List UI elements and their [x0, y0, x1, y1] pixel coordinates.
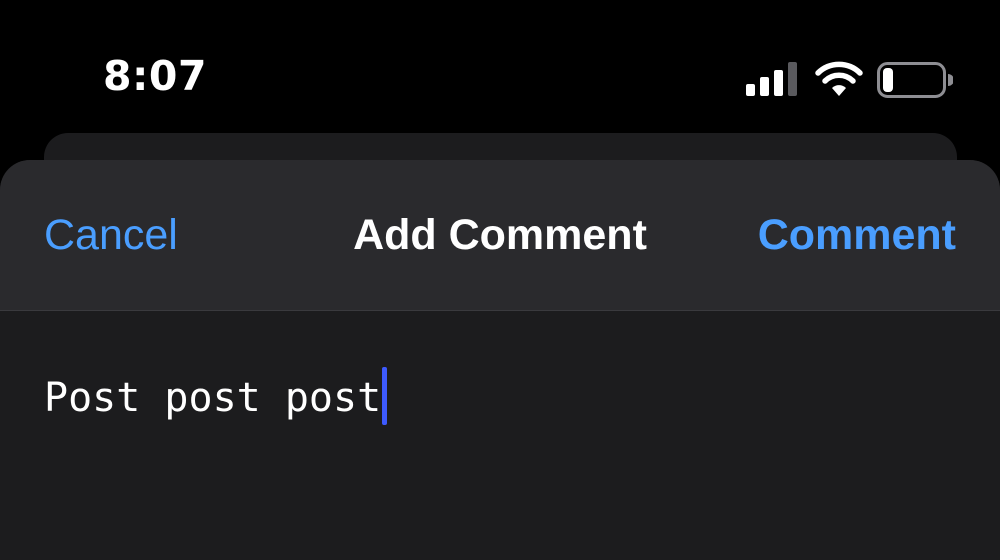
submit-comment-button[interactable]: Comment	[758, 214, 956, 257]
add-comment-sheet: Cancel Add Comment Comment Post post pos…	[0, 160, 1000, 560]
comment-text-area[interactable]: Post post post	[0, 311, 1000, 560]
wifi-icon	[815, 61, 863, 96]
status-time: 8:07	[103, 52, 207, 100]
text-caret	[382, 367, 388, 425]
status-bar: 8:07	[0, 0, 1000, 130]
sheet-nav-bar: Cancel Add Comment Comment	[0, 160, 1000, 311]
cellular-signal-icon	[746, 62, 797, 96]
battery-icon	[877, 62, 953, 98]
comment-input-value[interactable]: Post post post	[44, 367, 388, 425]
comment-text: Post post post	[44, 375, 382, 421]
